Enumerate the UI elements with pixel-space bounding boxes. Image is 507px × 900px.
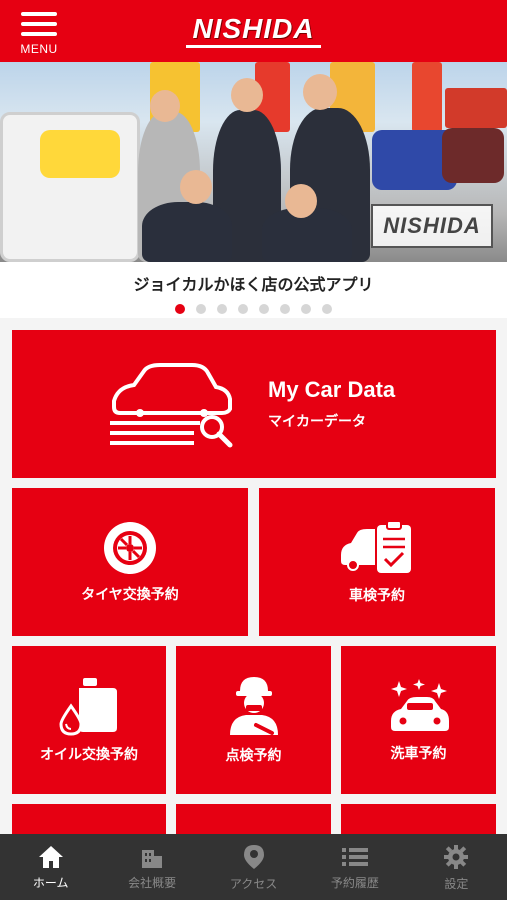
- nav-reservation-history[interactable]: 予約履歴: [304, 834, 405, 900]
- list-icon: [341, 847, 368, 866]
- car-wash-reservation-tile[interactable]: 洗車予約: [341, 646, 496, 794]
- price-sign: [40, 130, 120, 178]
- nav-home[interactable]: ホーム: [0, 834, 101, 900]
- staff-head: [285, 184, 317, 218]
- inspection-check-label: 点検予約: [225, 748, 282, 764]
- car-checklist-icon: [341, 520, 411, 573]
- staff-head: [303, 74, 337, 110]
- my-car-data-subtitle: マイカーデータ: [268, 414, 366, 430]
- car-wash-sparkle-icon: [390, 679, 449, 731]
- building-icon: [142, 849, 163, 868]
- car-dark-red: [442, 128, 504, 183]
- carousel-dot[interactable]: [301, 304, 311, 314]
- brand-logo: NISHIDA: [186, 14, 321, 48]
- my-car-data-title: My Car Data: [268, 377, 396, 402]
- inspection-check-reservation-tile[interactable]: 点検予約: [176, 646, 331, 794]
- tire-icon: [104, 522, 156, 574]
- map-pin-icon: [243, 844, 264, 869]
- menu-grid: My Car Data マイカーデータ タイヤ交換予約 車検予約 オイル交換予約…: [0, 318, 507, 844]
- hero-banner-image[interactable]: NISHIDA: [0, 62, 507, 262]
- oil-change-reservation-tile[interactable]: オイル交換予約: [12, 646, 166, 794]
- nav-reservation-history-label: 予約履歴: [330, 875, 379, 890]
- nav-company-label: 会社概要: [128, 875, 177, 890]
- gear-icon: [444, 844, 469, 869]
- app-header: MENU NISHIDA: [0, 0, 507, 62]
- carousel-dot[interactable]: [196, 304, 206, 314]
- tire-change-label: タイヤ交換予約: [81, 587, 179, 603]
- hamburger-icon: [21, 12, 57, 36]
- car-wash-label: 洗車予約: [390, 746, 447, 762]
- banner-flag: [445, 88, 507, 128]
- staff-head: [150, 90, 180, 122]
- nav-settings-label: 設定: [444, 876, 469, 891]
- vehicle-inspection-label: 車検予約: [349, 588, 405, 604]
- carousel-dot[interactable]: [238, 304, 248, 314]
- tire-change-reservation-tile[interactable]: タイヤ交換予約: [12, 488, 248, 636]
- menu-button[interactable]: MENU: [14, 8, 64, 56]
- bottom-navigation: ホーム 会社概要 アクセス 予約履歴 設定: [0, 834, 507, 900]
- nav-access-label: アクセス: [229, 876, 278, 891]
- oil-change-label: オイル交換予約: [40, 747, 138, 763]
- nav-settings[interactable]: 設定: [406, 834, 507, 900]
- nav-access[interactable]: アクセス: [203, 834, 304, 900]
- vehicle-inspection-reservation-tile[interactable]: 車検予約: [259, 488, 495, 636]
- carousel-dot[interactable]: [217, 304, 227, 314]
- car-search-icon: [110, 363, 233, 448]
- carousel-dot[interactable]: [259, 304, 269, 314]
- banner-flag: [412, 62, 442, 132]
- carousel-dot[interactable]: [322, 304, 332, 314]
- staff-person: [142, 202, 232, 262]
- staff-head: [180, 170, 212, 204]
- nav-company[interactable]: 会社概要: [101, 834, 202, 900]
- my-car-data-tile[interactable]: My Car Data マイカーデータ: [12, 330, 496, 478]
- carousel-dot[interactable]: [280, 304, 290, 314]
- nav-home-label: ホーム: [32, 875, 69, 890]
- staff-head: [231, 78, 263, 112]
- oil-can-icon: [59, 678, 117, 736]
- hero-logo: NISHIDA: [371, 204, 493, 248]
- home-icon: [38, 845, 63, 868]
- mechanic-icon: [229, 677, 278, 735]
- carousel-dot[interactable]: [175, 304, 185, 314]
- menu-label: MENU: [20, 42, 58, 56]
- carousel-indicator: [0, 300, 507, 318]
